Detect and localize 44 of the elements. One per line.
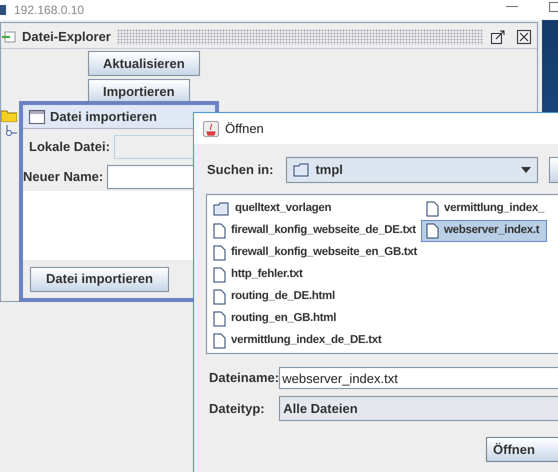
file-name-field[interactable]: webserver_index.txt bbox=[279, 367, 558, 389]
file-type-combo-box[interactable]: Alle Dateien bbox=[279, 396, 558, 421]
file-item[interactable]: routing_en_GB.html bbox=[208, 308, 420, 330]
document-icon bbox=[426, 223, 440, 239]
folder-icon bbox=[1, 110, 17, 122]
file-item[interactable]: vermittlung_index_ bbox=[421, 198, 548, 220]
file-item[interactable]: routing_de_DE.html bbox=[208, 286, 420, 308]
minimize-icon[interactable] bbox=[506, 6, 518, 8]
file-item[interactable]: http_fehler.txt bbox=[208, 264, 420, 286]
document-icon bbox=[213, 311, 226, 327]
app-icon bbox=[0, 5, 6, 15]
file-item[interactable]: firewall_konfig_webseite_en_GB.txt bbox=[208, 242, 420, 264]
window-icon bbox=[29, 110, 45, 124]
open-button[interactable]: Öffnen bbox=[486, 437, 558, 462]
window-title: 192.168.0.10 bbox=[14, 2, 84, 19]
document-icon bbox=[213, 333, 226, 349]
folder-icon bbox=[293, 163, 310, 177]
maximize-icon[interactable] bbox=[491, 30, 505, 44]
dialog-title: Öffnen bbox=[225, 120, 264, 138]
file-item[interactable]: webserver_index.t bbox=[421, 220, 548, 242]
field-label: Suchen in: bbox=[207, 161, 274, 180]
file-item[interactable]: quelltext_vorlagen bbox=[208, 198, 420, 220]
field-label: Dateityp: bbox=[209, 400, 265, 416]
document-icon bbox=[213, 223, 226, 239]
document-icon bbox=[213, 289, 226, 305]
tree-node-icon bbox=[5, 125, 19, 137]
file-item[interactable]: firewall_konfig_webseite_de_DE.txt bbox=[208, 220, 420, 242]
dropdown-arrow-icon bbox=[520, 167, 531, 173]
folder-icon bbox=[213, 202, 230, 216]
toolbar-button[interactable]: Aktualisieren bbox=[88, 51, 200, 76]
file-item[interactable]: vermittlung_index_de_DE.txt bbox=[208, 330, 420, 352]
field-label: Lokale Datei: bbox=[29, 138, 110, 156]
document-icon bbox=[213, 245, 226, 261]
import-button[interactable]: Datei importieren bbox=[30, 266, 169, 292]
document-icon bbox=[426, 201, 440, 217]
close-icon[interactable] bbox=[517, 30, 531, 44]
field-label: Dateiname: bbox=[209, 370, 280, 385]
dialog-title: Datei importieren bbox=[50, 108, 157, 126]
field-label: Neuer Name: bbox=[23, 168, 104, 186]
document-icon bbox=[213, 267, 226, 283]
folder-combo-box[interactable]: tmpl bbox=[286, 157, 538, 183]
file-icon bbox=[2, 30, 16, 42]
frame-title: Datei-Explorer bbox=[22, 28, 111, 46]
coffee-cup-icon bbox=[203, 120, 219, 136]
